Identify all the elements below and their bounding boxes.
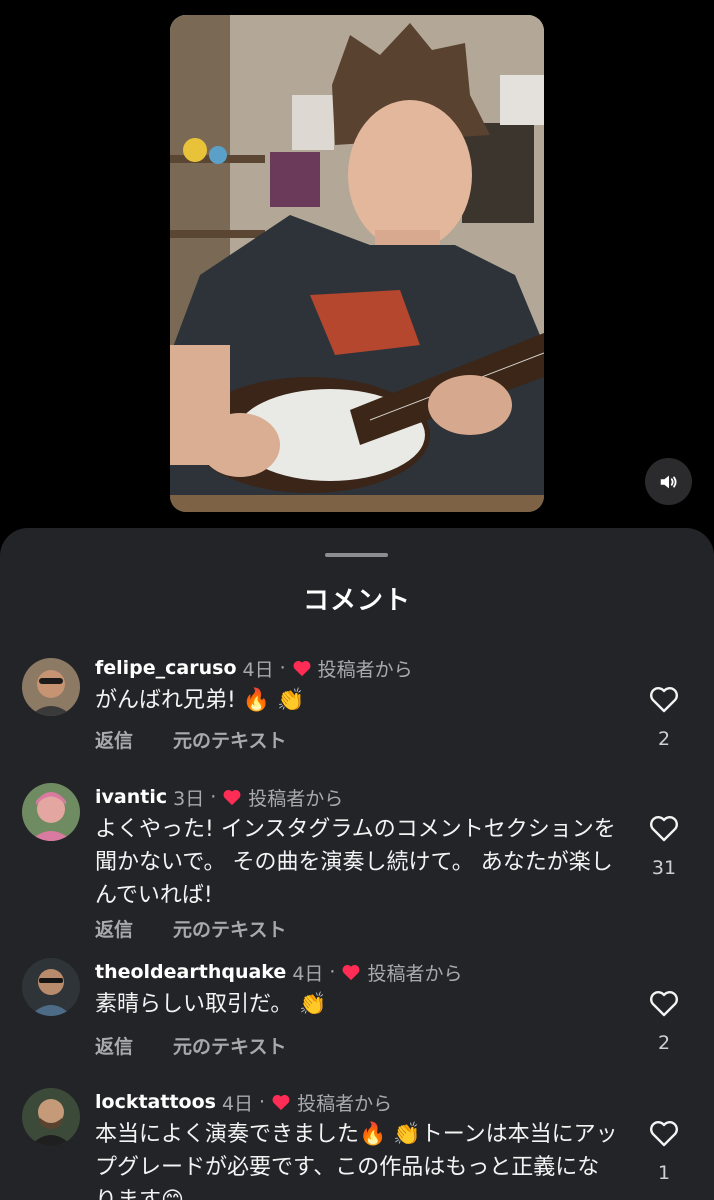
comment-meta: ivantic 3日 · 投稿者から bbox=[95, 783, 343, 811]
like-count: 31 bbox=[651, 857, 677, 879]
like-count: 2 bbox=[657, 1032, 671, 1054]
avatar[interactable] bbox=[22, 783, 80, 841]
sheet-title: コメント bbox=[302, 586, 411, 616]
heart-outline-icon[interactable] bbox=[648, 684, 680, 714]
reply-button[interactable]: 返信 bbox=[95, 1032, 133, 1059]
video-player[interactable] bbox=[170, 15, 544, 512]
comment-text: 素晴らしい取引だ。 👏 bbox=[95, 992, 327, 1017]
timestamp: 3日 bbox=[173, 787, 205, 810]
separator-dot: · bbox=[279, 657, 286, 679]
see-original-button[interactable]: 元のテキスト bbox=[173, 726, 286, 753]
reply-button[interactable]: 返信 bbox=[95, 915, 133, 942]
liked-by-author-label: 投稿者から bbox=[248, 787, 344, 810]
heart-filled-icon bbox=[223, 789, 241, 806]
sound-toggle-button[interactable] bbox=[645, 458, 692, 505]
speaker-icon bbox=[660, 475, 677, 488]
username[interactable]: ivantic bbox=[95, 786, 167, 808]
heart-outline-icon[interactable] bbox=[648, 1118, 680, 1148]
avatar[interactable] bbox=[22, 958, 80, 1016]
video-thumbnail-image bbox=[170, 15, 544, 512]
liked-by-author-label: 投稿者から bbox=[297, 1092, 393, 1115]
comment-meta: theoldearthquake 4日 · 投稿者から bbox=[95, 958, 462, 986]
sheet-drag-handle[interactable] bbox=[325, 553, 388, 557]
heart-filled-icon bbox=[293, 660, 311, 677]
username[interactable]: felipe_caruso bbox=[95, 657, 237, 679]
reply-button[interactable]: 返信 bbox=[95, 726, 133, 753]
heart-outline-icon[interactable] bbox=[648, 988, 680, 1018]
comment-text: よくやった! インスタグラムのコメントセクションを聞かないで。 その曲を演奏し続… bbox=[95, 817, 616, 908]
heart-filled-icon bbox=[272, 1094, 290, 1111]
comments-sheet: コメント felipe_caruso 4日 · 投稿者から がんばれ兄弟! 🔥 … bbox=[0, 528, 714, 1200]
timestamp: 4日 bbox=[292, 962, 324, 985]
liked-by-author-label: 投稿者から bbox=[317, 658, 413, 681]
separator-dot: · bbox=[329, 961, 336, 983]
heart-filled-icon bbox=[342, 964, 360, 981]
separator-dot: · bbox=[210, 786, 217, 808]
username[interactable]: theoldearthquake bbox=[95, 961, 286, 983]
avatar[interactable] bbox=[22, 658, 80, 716]
heart-outline-icon[interactable] bbox=[648, 813, 680, 843]
username[interactable]: locktattoos bbox=[95, 1091, 216, 1113]
comment-text: がんばれ兄弟! 🔥 👏 bbox=[95, 688, 305, 713]
timestamp: 4日 bbox=[221, 1092, 254, 1115]
timestamp: 4日 bbox=[242, 658, 274, 681]
avatar[interactable] bbox=[22, 1088, 80, 1146]
like-count: 2 bbox=[657, 728, 671, 750]
see-original-button[interactable]: 元のテキスト bbox=[173, 915, 286, 942]
like-count: 1 bbox=[657, 1162, 671, 1184]
separator-dot: · bbox=[259, 1091, 266, 1113]
liked-by-author-label: 投稿者から bbox=[367, 962, 463, 985]
comment-text: 本当によく演奏できました🔥 👏トーンは本当にアップグレードが必要です、この作品は… bbox=[95, 1122, 618, 1200]
comment-meta: locktattoos 4日 · 投稿者から bbox=[95, 1088, 392, 1116]
see-original-button[interactable]: 元のテキスト bbox=[173, 1032, 286, 1059]
video-area bbox=[0, 0, 714, 528]
comment-meta: felipe_caruso 4日 · 投稿者から bbox=[95, 654, 413, 682]
